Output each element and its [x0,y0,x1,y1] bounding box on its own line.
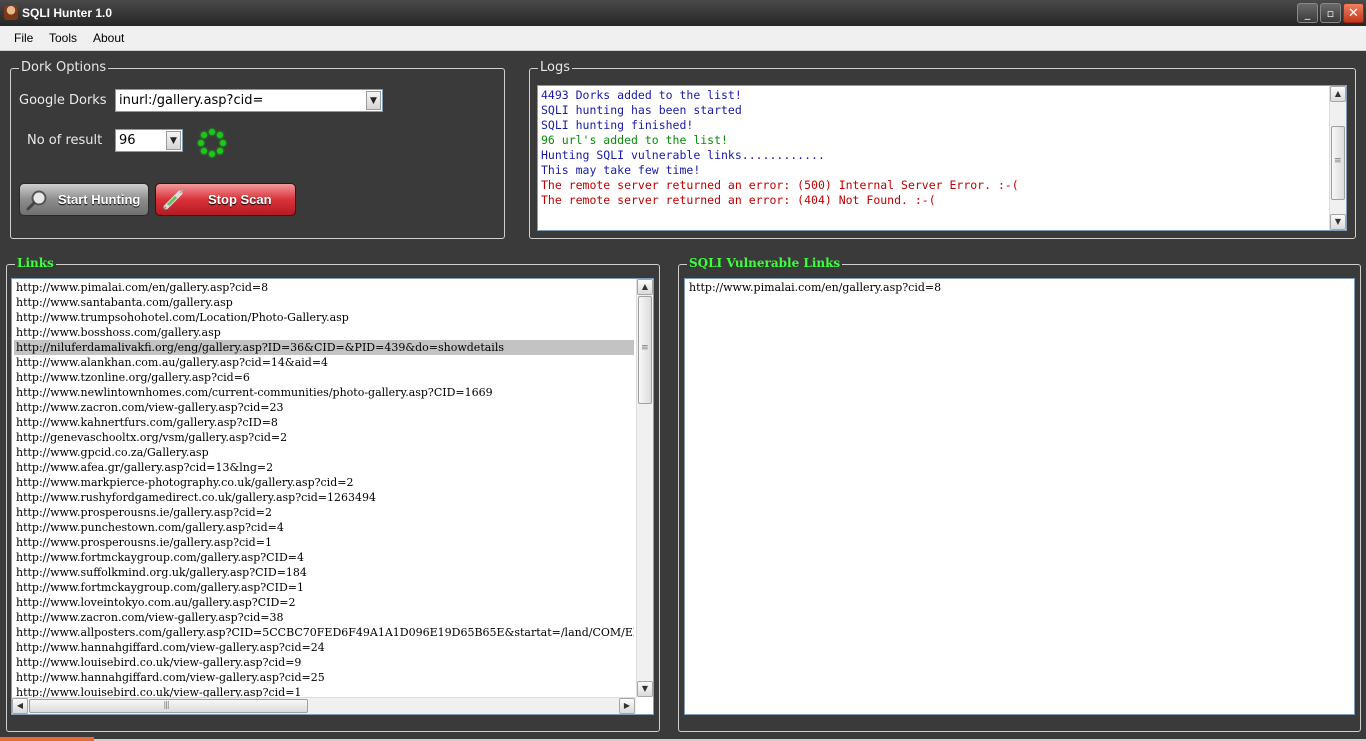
stop-scan-label: Stop Scan [208,192,272,207]
syringe-icon [163,189,184,210]
log-line: This may take few time! [541,163,701,177]
scroll-right-icon[interactable]: ▶ [619,698,635,714]
scroll-left-icon[interactable]: ◀ [12,698,28,714]
link-list-item[interactable]: http://www.zacron.com/view-gallery.asp?c… [14,610,634,625]
link-list-item[interactable]: http://www.suffolkmind.org.uk/gallery.as… [14,565,634,580]
taskbar-accent [0,737,94,741]
menu-tools[interactable]: Tools [49,31,77,45]
scroll-up-icon[interactable]: ▲ [637,279,653,295]
link-list-item[interactable]: http://www.prosperousns.ie/gallery.asp?c… [14,535,634,550]
menu-file[interactable]: File [14,31,33,45]
no-of-result-label: No of result [27,133,103,148]
scroll-thumb[interactable] [29,699,308,713]
menu-bar: File Tools About [0,26,1366,51]
vulnerable-link-item[interactable]: http://www.pimalai.com/en/gallery.asp?ci… [687,280,941,295]
link-list-item[interactable]: http://niluferdamalivakfi.org/eng/galler… [14,340,634,355]
link-list-item[interactable]: http://www.rushyfordgamedirect.co.uk/gal… [14,490,634,505]
links-legend: Links [15,256,56,270]
log-line: The remote server returned an error: (40… [541,193,936,207]
scroll-thumb[interactable] [1331,126,1345,200]
log-line: Hunting SQLI vulnerable links...........… [541,148,825,162]
link-list-item[interactable]: http://www.hannahgiffard.com/view-galler… [14,670,634,685]
link-list-item[interactable]: http://www.zacron.com/view-gallery.asp?c… [14,400,634,415]
google-dorks-value: inurl:/gallery.asp?cid= [119,93,264,108]
log-line: 4493 Dorks added to the list! [541,88,742,102]
link-list-item[interactable]: http://www.fortmckaygroup.com/gallery.as… [14,550,634,565]
link-list-item[interactable]: http://www.loveintokyo.com.au/gallery.as… [14,595,634,610]
log-line: The remote server returned an error: (50… [541,178,1019,192]
scroll-up-icon[interactable]: ▲ [1330,86,1346,102]
link-list-item[interactable]: http://www.bosshoss.com/gallery.asp [14,325,634,340]
scroll-thumb[interactable] [638,296,652,404]
log-line: 96 url's added to the list! [541,133,728,147]
link-list-item[interactable]: http://www.trumpsohohotel.com/Location/P… [14,310,634,325]
link-list-item[interactable]: http://www.santabanta.com/gallery.asp [14,295,634,310]
link-list-item[interactable]: http://www.markpierce-photography.co.uk/… [14,475,634,490]
links-listbox[interactable]: http://www.pimalai.com/en/gallery.asp?ci… [11,278,654,715]
minimize-button[interactable]: _ [1297,3,1318,23]
stop-scan-button[interactable]: Stop Scan [155,183,296,216]
loading-spinner-icon [198,129,226,157]
close-button[interactable]: ✕ [1343,3,1364,23]
logs-scrollbar[interactable]: ▲ ▼ [1329,86,1346,230]
link-list-item[interactable]: http://www.afea.gr/gallery.asp?cid=13&ln… [14,460,634,475]
chevron-down-icon[interactable]: ▼ [366,91,381,110]
links-hscrollbar[interactable]: ◀ ▶ [12,697,636,714]
link-list-item[interactable]: http://www.louisebird.co.uk/view-gallery… [14,655,634,670]
start-hunting-label: Start Hunting [58,192,141,207]
window-title: SQLI Hunter 1.0 [22,6,113,20]
logs-textarea[interactable]: 4493 Dorks added to the list! SQLI huntin… [537,85,1347,231]
title-bar: SQLI Hunter 1.0 _ ▫ ✕ [0,0,1366,27]
log-line: SQLI hunting finished! [541,118,694,132]
vulnerable-links-legend: SQLI Vulnerable Links [687,256,843,270]
menu-about[interactable]: About [93,31,124,45]
link-list-item[interactable]: http://www.prosperousns.ie/gallery.asp?c… [14,505,634,520]
google-dorks-label: Google Dorks [19,93,107,108]
google-dorks-select[interactable]: inurl:/gallery.asp?cid= ▼ [115,89,383,112]
maximize-button[interactable]: ▫ [1320,3,1341,23]
logs-legend: Logs [538,60,572,75]
vulnerable-links-listbox[interactable]: http://www.pimalai.com/en/gallery.asp?ci… [684,278,1355,715]
scroll-down-icon[interactable]: ▼ [1330,214,1346,230]
app-icon [4,5,18,20]
link-list-item[interactable]: http://www.kahnertfurs.com/gallery.asp?c… [14,415,634,430]
link-list-item[interactable]: http://www.gpcid.co.za/Gallery.asp [14,445,634,460]
scroll-down-icon[interactable]: ▼ [637,681,653,697]
magnifier-icon [26,190,47,211]
link-list-item[interactable]: http://www.alankhan.com.au/gallery.asp?c… [14,355,634,370]
link-list-item[interactable]: http://www.hannahgiffard.com/view-galler… [14,640,634,655]
link-list-item[interactable]: http://www.tzonline.org/gallery.asp?cid=… [14,370,634,385]
link-list-item[interactable]: http://www.punchestown.com/gallery.asp?c… [14,520,634,535]
dork-options-legend: Dork Options [19,60,109,75]
links-vscrollbar[interactable]: ▲ ▼ [636,279,653,697]
link-list-item[interactable]: http://www.newlintownhomes.com/current-c… [14,385,634,400]
link-list-item[interactable]: http://genevaschooltx.org/vsm/gallery.as… [14,430,634,445]
chevron-down-icon[interactable]: ▼ [166,131,181,150]
no-of-result-select[interactable]: 96 ▼ [115,129,183,152]
link-list-item[interactable]: http://www.fortmckaygroup.com/gallery.as… [14,580,634,595]
link-list-item[interactable]: http://www.allposters.com/gallery.asp?CI… [14,625,634,640]
start-hunting-button[interactable]: Start Hunting [19,183,149,216]
link-list-item[interactable]: http://www.pimalai.com/en/gallery.asp?ci… [14,280,634,295]
no-of-result-value: 96 [119,133,136,148]
log-line: SQLI hunting has been started [541,103,742,117]
